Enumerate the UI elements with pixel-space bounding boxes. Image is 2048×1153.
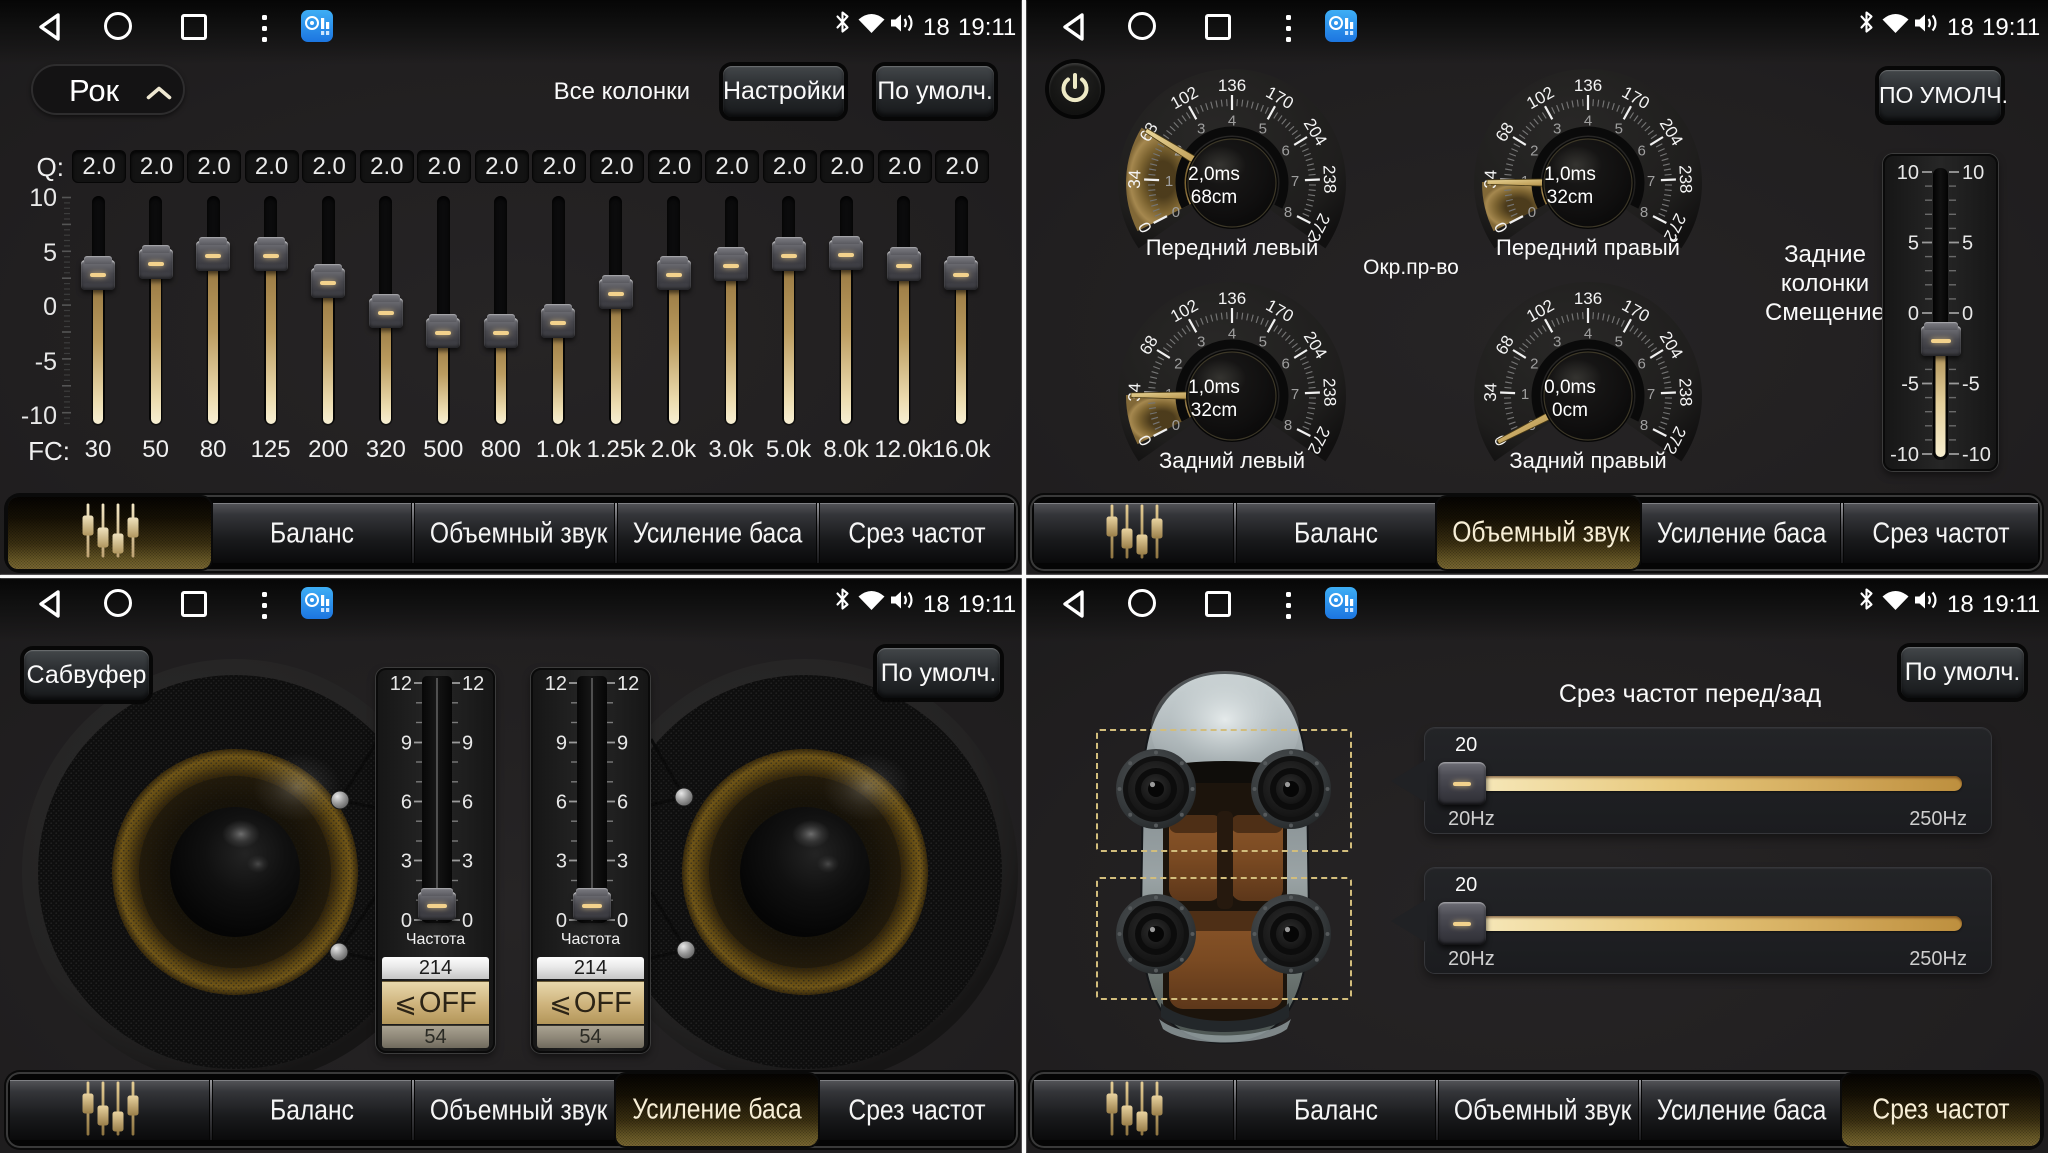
svg-text:8: 8 [1284,204,1292,221]
svg-text:5: 5 [1615,334,1623,351]
svg-text:3: 3 [1553,334,1561,351]
svg-text:12: 12 [390,673,412,695]
svg-text:3: 3 [401,851,412,873]
svg-text:0: 0 [462,910,473,930]
svg-text:4: 4 [1228,326,1236,343]
svg-text:238: 238 [1675,165,1695,194]
svg-text:2: 2 [1174,356,1182,373]
svg-text:32cm: 32cm [1547,187,1593,208]
svg-text:5: 5 [1615,121,1623,138]
svg-text:0: 0 [556,910,567,930]
svg-text:0: 0 [1962,303,1973,325]
svg-text:3: 3 [1197,121,1205,138]
svg-text:136: 136 [1218,289,1246,308]
svg-text:0: 0 [1172,204,1180,221]
svg-text:3: 3 [1553,121,1561,138]
svg-text:34: 34 [1481,169,1501,189]
svg-text:5: 5 [1259,334,1267,351]
svg-text:1,0ms: 1,0ms [1544,164,1596,185]
svg-text:3: 3 [617,851,628,873]
svg-text:5: 5 [1259,121,1267,138]
svg-text:0,0ms: 0,0ms [1544,377,1596,398]
svg-text:3: 3 [556,851,567,873]
svg-text:1,0ms: 1,0ms [1188,377,1240,398]
svg-text:9: 9 [462,733,473,755]
svg-text:238: 238 [1675,378,1695,407]
svg-text:6: 6 [401,792,412,814]
svg-text:34: 34 [1481,382,1501,402]
svg-text:7: 7 [1291,173,1299,190]
svg-text:9: 9 [617,733,628,755]
svg-text:32cm: 32cm [1191,400,1237,421]
svg-text:136: 136 [1574,76,1602,95]
svg-text:68cm: 68cm [1191,187,1237,208]
svg-text:136: 136 [1218,76,1246,95]
svg-text:12: 12 [462,673,484,695]
svg-text:6: 6 [462,792,473,814]
svg-text:6: 6 [1638,356,1646,373]
svg-text:-5: -5 [1962,374,1980,396]
svg-text:9: 9 [401,733,412,755]
svg-text:8: 8 [1284,417,1292,434]
svg-text:6: 6 [617,792,628,814]
svg-text:-10: -10 [1890,444,1919,466]
svg-text:8: 8 [1640,417,1648,434]
svg-text:7: 7 [1291,386,1299,403]
svg-text:0: 0 [617,910,628,930]
svg-text:0: 0 [1528,204,1536,221]
svg-text:238: 238 [1319,378,1339,407]
svg-text:9: 9 [556,733,567,755]
svg-text:6: 6 [1282,356,1290,373]
svg-text:34: 34 [1125,169,1145,189]
svg-text:10: 10 [1897,162,1919,184]
svg-text:0cm: 0cm [1552,400,1588,421]
svg-text:238: 238 [1319,165,1339,194]
svg-text:4: 4 [1584,326,1592,343]
svg-text:2: 2 [1530,143,1538,160]
svg-text:0: 0 [1172,417,1180,434]
svg-text:7: 7 [1647,386,1655,403]
svg-text:4: 4 [1584,113,1592,130]
svg-text:-5: -5 [1901,374,1919,396]
svg-text:2,0ms: 2,0ms [1188,164,1240,185]
svg-text:5: 5 [1908,233,1919,255]
svg-text:4: 4 [1228,113,1236,130]
svg-text:6: 6 [1282,143,1290,160]
svg-text:-10: -10 [1962,444,1991,466]
svg-text:0: 0 [401,910,412,930]
svg-text:1: 1 [1521,386,1529,403]
svg-text:6: 6 [556,792,567,814]
svg-text:3: 3 [1197,334,1205,351]
svg-text:10: 10 [1962,162,1984,184]
svg-text:3: 3 [462,851,473,873]
svg-text:5: 5 [1962,233,1973,255]
svg-text:7: 7 [1647,173,1655,190]
svg-text:34: 34 [1125,382,1145,402]
svg-text:0: 0 [1908,303,1919,325]
svg-text:6: 6 [1638,143,1646,160]
svg-text:8: 8 [1640,204,1648,221]
svg-text:12: 12 [617,673,639,695]
svg-text:1: 1 [1165,173,1173,190]
svg-text:2: 2 [1530,356,1538,373]
svg-text:12: 12 [545,673,567,695]
svg-text:136: 136 [1574,289,1602,308]
